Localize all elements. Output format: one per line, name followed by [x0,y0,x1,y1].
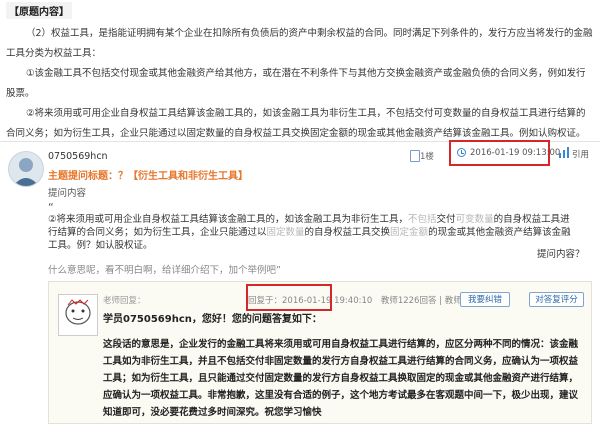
question-text-faded: 固定数量 [266,227,305,238]
teacher-avatar [58,294,98,336]
reply-body: 这段话的意思是，企业发行的金融工具将来须用或可用自身权益工具进行结算的，应区分两… [103,339,579,418]
reply-greeting: 学员0750569hcn，您好！您的问题答复如下： [103,314,322,325]
bar-chart-icon [559,147,569,158]
document-icon [410,150,420,162]
report-error-button[interactable]: 我要纠错 [460,292,510,307]
reply-time-highlight [246,284,332,311]
question-label-2: 提问内容？ [537,249,585,260]
post-time: 2016-01-19 09:13:00 [470,148,561,158]
question-text-faded: 不包括 [408,214,437,225]
original-paragraph: （2）权益工具，是指能证明拥有某个企业在扣除所有负债后的资产中剩余权益的合同。同… [6,28,593,59]
follow-up-text: 什么意思呢，看不明白啊，给详细介绍下，加个举例吧” [48,265,281,276]
username[interactable]: 0750569hcn [48,151,108,162]
clock-icon [457,148,466,157]
quote-link[interactable]: 引用 [572,148,589,160]
original-question-header: 【原题内容】 [6,2,72,19]
original-paragraph: ①该金融工具不包括交付现金或其他金融资产给其他方，或在潜在不利条件下与其他方交换… [6,68,586,99]
question-text-faded: 固定金额 [390,227,429,238]
question-text-segment: 的自身权益工具交换 [304,227,391,238]
teacher-reply-label: 老师回复： [103,296,146,306]
question-label: 提问内容 [48,188,87,199]
topic-title: 主题提问标题：？【衍生工具和非衍生工具】 [48,171,248,182]
question-text-faded: 可变数量 [455,214,494,225]
original-question-text: （2）权益工具，是指能证明拥有某个企业在扣除所有负债后的资产中剩余权益的合同。同… [6,24,594,144]
floor-number: 1楼 [420,152,434,162]
question-text-segment: ②将来须用或可用企业自身权益工具结算该金融工具的，如该金融工具为非衍生工具， [48,214,409,225]
question-text-segment: 交付 [436,214,456,225]
question-text: ②将来须用或可用企业自身权益工具结算该金融工具的，如该金融工具为非衍生工具，不包… [48,213,576,252]
original-question-panel: 【原题内容】 （2）权益工具，是指能证明拥有某个企业在扣除所有负债后的资产中剩余… [0,0,600,141]
original-paragraph: ②将来须用或可用企业自身权益工具结算该金融工具的，如该金融工具为非衍生工具，不包… [6,108,586,139]
rate-reply-button[interactable]: 对答复评分 [529,292,584,307]
user-avatar[interactable] [8,151,44,187]
